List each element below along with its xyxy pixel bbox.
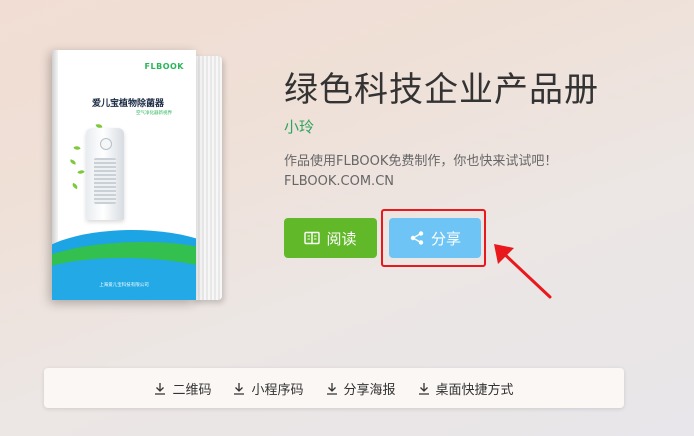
download-icon [326,382,338,395]
air-purifier-image [86,128,124,220]
purifier-dial [100,138,112,150]
download-miniprogram-code[interactable]: 小程序码 [233,379,304,398]
leaf-decoration [71,182,79,190]
cover-company: 上海爱儿宝科技有限公司 [99,283,149,288]
download-label: 桌面快捷方式 [435,382,514,398]
download-share-poster[interactable]: 分享海报 [326,379,396,398]
description: 作品使用FLBOOK免费制作，你也快来试试吧！ FLBOOK.COM.CN [284,152,557,192]
leaf-decoration [69,159,77,165]
purifier-grille [94,158,116,204]
author-name[interactable]: 小玲 [284,116,314,137]
book-title: 绿色科技企业产品册 [284,70,599,110]
download-icon [154,382,166,395]
download-label: 二维码 [172,382,212,398]
share-highlight-box [381,209,486,267]
book-cover-image: FLBOOK 爱儿宝植物除菌器 空气净化器新视界 上海爱儿宝科技有限公司 [52,50,224,300]
read-button[interactable]: 阅读 [284,218,377,258]
read-button-label: 阅读 [326,229,357,248]
pointer-arrow-icon [494,244,552,299]
leaf-decoration [73,145,81,151]
cover-logo: FLBOOK [144,62,184,71]
download-icon [418,382,430,395]
book-open-icon [304,231,321,245]
book-pages [192,56,222,300]
download-label: 小程序码 [251,382,304,398]
download-desktop-shortcut[interactable]: 桌面快捷方式 [418,379,514,398]
description-line: 作品使用FLBOOK免费制作，你也快来试试吧！ [284,154,558,169]
book-front-cover: FLBOOK 爱儿宝植物除菌器 空气净化器新视界 上海爱儿宝科技有限公司 [52,50,196,300]
download-qrcode[interactable]: 二维码 [154,379,211,398]
cover-subtitle: 空气净化器新视界 [136,111,172,116]
download-icon [233,382,245,395]
cover-title: 爱儿宝植物除菌器 [92,99,165,109]
site-domain: FLBOOK.COM.CN [284,174,394,189]
download-bar: 二维码 小程序码 分享海报 桌面快捷方式 [44,368,624,408]
cover-wave [52,258,196,300]
leaf-decoration [77,168,85,176]
download-label: 分享海报 [343,382,396,398]
